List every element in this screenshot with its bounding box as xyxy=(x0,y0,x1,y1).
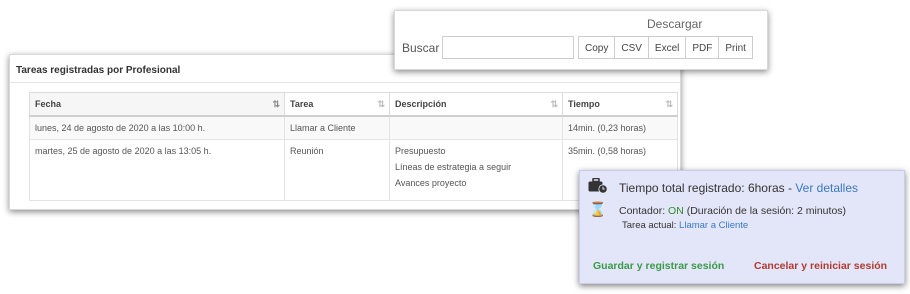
cancel-session-button[interactable]: Cancelar y reiniciar sesión xyxy=(754,260,887,272)
sort-alpha-icon: ⇅ xyxy=(272,99,279,109)
column-header-tiempo[interactable]: Tiempo ⇅ xyxy=(562,92,678,117)
current-task-label: Tarea actual: xyxy=(622,220,680,231)
pdf-button[interactable]: PDF xyxy=(685,36,720,59)
counter-status: ON xyxy=(668,205,684,217)
details-link[interactable]: Ver detalles xyxy=(795,181,858,195)
column-header-label: Tiempo xyxy=(568,99,600,109)
csv-button[interactable]: CSV xyxy=(614,36,649,59)
description-item: Presupuesto xyxy=(395,146,446,156)
counter-label: Contador: xyxy=(619,205,669,217)
total-time-text: Tiempo total registrado: 6horas - xyxy=(619,181,796,195)
print-button[interactable]: Print xyxy=(718,36,753,59)
current-task-link[interactable]: Llamar a Cliente xyxy=(679,220,748,231)
cell-tiempo: 14min. (0,23 horas) xyxy=(562,116,678,140)
cell-descripcion: Presupuesto Líneas de estrategia a segui… xyxy=(389,139,563,201)
sort-both-icon: ⇅ xyxy=(550,99,557,109)
download-label: Descargar xyxy=(647,17,703,31)
description-item: Líneas de estrategia a seguir xyxy=(395,162,512,172)
column-header-fecha[interactable]: Fecha ⇅ xyxy=(29,92,285,117)
current-task-line: Tarea actual: Llamar a Cliente xyxy=(622,220,748,231)
cell-tarea: Llamar a Cliente xyxy=(284,116,390,140)
column-header-tarea[interactable]: Tarea ⇅ xyxy=(284,92,390,117)
session-widget: Tiempo total registrado: 6horas - Ver de… xyxy=(579,170,905,284)
panel-title: Tareas registradas por Profesional xyxy=(16,65,181,76)
export-toolbar: Descargar Buscar Copy CSV Excel PDF Prin… xyxy=(394,10,768,70)
counter-line: Contador: ON (Duración de la sesión: 2 m… xyxy=(619,205,846,217)
session-duration: (Duración de la sesión: 2 minutos) xyxy=(683,205,847,217)
panel-divider xyxy=(10,82,680,83)
sort-both-icon: ⇅ xyxy=(665,99,672,109)
save-session-button[interactable]: Guardar y registrar sesión xyxy=(593,260,724,272)
description-item: Avances proyecto xyxy=(395,178,467,188)
hourglass-icon: ⌛ xyxy=(589,201,607,217)
table-row: lunes, 24 de agosto de 2020 a las 10:00 … xyxy=(29,116,678,140)
column-header-label: Fecha xyxy=(35,99,62,109)
column-header-descripcion[interactable]: Descripción ⇅ xyxy=(389,92,563,117)
total-time-line: Tiempo total registrado: 6horas - Ver de… xyxy=(619,181,858,195)
cell-fecha: lunes, 24 de agosto de 2020 a las 10:00 … xyxy=(29,116,285,140)
copy-button[interactable]: Copy xyxy=(578,36,616,59)
cell-fecha: martes, 25 de agosto de 2020 a las 13:05… xyxy=(29,139,285,201)
export-button-group: Copy CSV Excel PDF Print xyxy=(578,36,753,59)
column-header-label: Descripción xyxy=(395,99,447,109)
briefcase-clock-icon xyxy=(588,178,608,194)
sort-both-icon: ⇅ xyxy=(377,99,384,109)
search-label: Buscar xyxy=(402,41,440,55)
excel-button[interactable]: Excel xyxy=(647,36,687,59)
cell-descripcion xyxy=(389,116,563,140)
cell-tarea: Reunión xyxy=(284,139,390,201)
table-header-row: Fecha ⇅ Tarea ⇅ Descripción ⇅ Tiempo ⇅ xyxy=(29,92,678,117)
column-header-label: Tarea xyxy=(290,99,314,109)
search-input[interactable] xyxy=(442,36,574,59)
